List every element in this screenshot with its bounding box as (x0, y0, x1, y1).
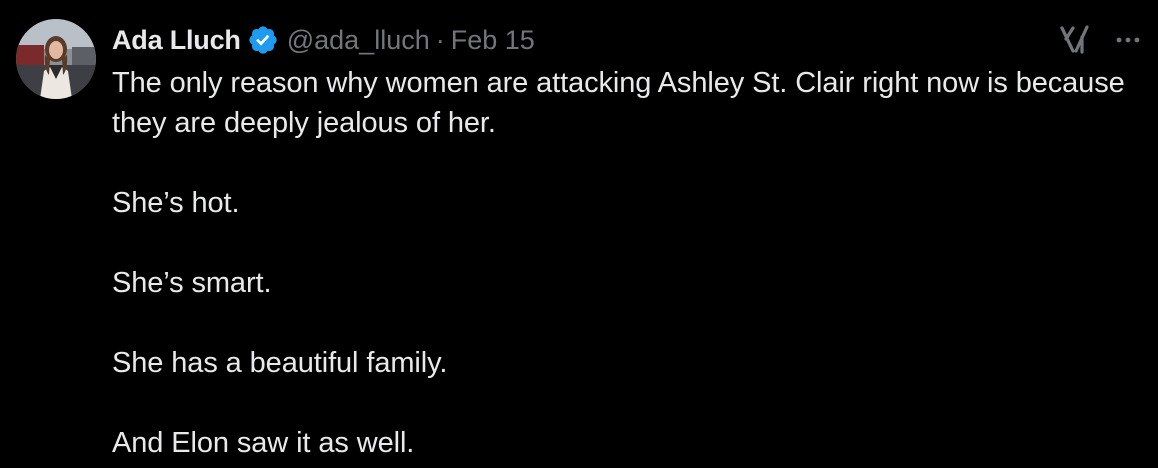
tweet-paragraph: She’s hot. (112, 187, 240, 219)
tweet-paragraph: And Elon saw it as well. (112, 427, 415, 459)
avatar-image (16, 19, 96, 99)
tweet-card[interactable]: Ada Lluch @ada_lluch · Feb 15 The only r… (0, 0, 1158, 468)
tweet-header: Ada Lluch @ada_lluch · Feb 15 (112, 22, 535, 58)
verified-badge-icon (247, 24, 279, 56)
author-display-name[interactable]: Ada Lluch (112, 25, 241, 56)
tweet-text: The only reason why women are attacking … (112, 63, 1132, 463)
author-handle[interactable]: @ada_lluch (287, 25, 430, 56)
more-options-icon[interactable] (1112, 26, 1144, 54)
header-separator: · (435, 24, 445, 55)
tweet-date[interactable]: Feb 15 (451, 25, 535, 56)
tweet-paragraph: She has a beautiful family. (112, 347, 448, 379)
author-avatar[interactable] (16, 19, 96, 99)
tweet-paragraph: She’s smart. (112, 267, 272, 299)
grok-icon[interactable] (1058, 24, 1092, 56)
tweet-paragraph: The only reason why women are attacking … (112, 67, 1125, 139)
